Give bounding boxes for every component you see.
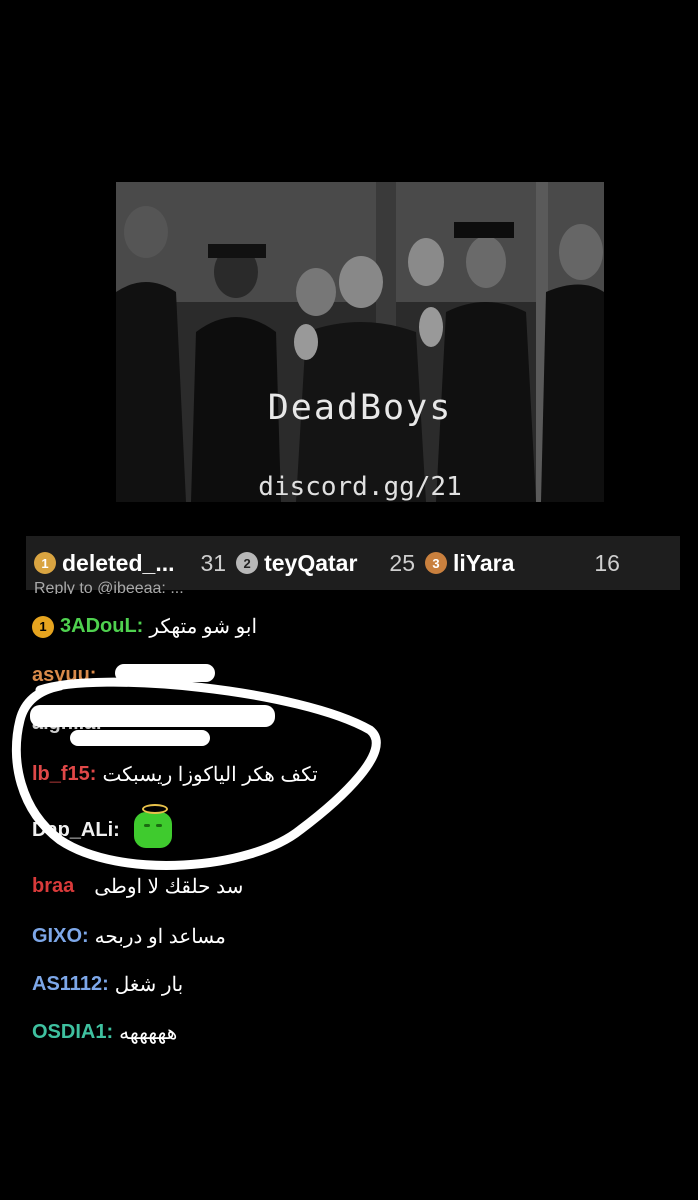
chat-username[interactable]: braa <box>32 875 74 898</box>
leaderboard-entry-1[interactable]: 1 deleted_... 31 <box>34 550 226 577</box>
leaderboard-count: 31 <box>200 549 227 576</box>
leaderboard-count: 25 <box>389 549 415 576</box>
chat-username[interactable]: AS1112: <box>32 973 109 996</box>
chat-username[interactable]: OSDIA1: <box>32 1021 113 1044</box>
chat-username[interactable]: GIXO: <box>32 925 89 948</box>
leaderboard-entry-3[interactable]: 3 liYara 16 <box>425 550 620 577</box>
chat-text: ابو شو متهكر <box>149 616 258 638</box>
chat-username[interactable]: asyuu: <box>32 664 96 687</box>
chat-text: هههههه <box>119 1022 178 1044</box>
chat-message: braa سد حلقك لا اوطى <box>32 874 243 899</box>
chat-message: lb_f15: تكف هكر الياكوزا ريسبكت <box>32 762 318 787</box>
gifter-badge-icon: 1 <box>32 615 54 638</box>
redaction-scribble <box>30 705 275 727</box>
stream-image-title: DeadBoys <box>267 388 453 428</box>
chat-username[interactable]: lb_f15: <box>32 763 96 786</box>
emote-icon <box>133 804 172 848</box>
chat-text: مساعد او دربحه <box>94 926 226 948</box>
chat-text: بار شغل <box>114 974 184 996</box>
redaction-scribble <box>115 664 215 682</box>
chat-text: سد حلقك لا اوطى <box>94 876 244 898</box>
leaderboard-count: 16 <box>594 549 620 576</box>
leaderboard-name: deleted_... <box>62 549 175 576</box>
chat-message: Dap_ALi: <box>32 804 172 848</box>
leaderboard-entry-2[interactable]: 2 teyQatar 25 <box>236 550 415 577</box>
rank-badge-icon: 2 <box>236 552 259 574</box>
reply-hint: Reply to @ibeeaa: ... <box>34 580 184 594</box>
chat-message: GIXO: مساعد او دربحه <box>32 924 226 949</box>
redaction-scribble <box>70 730 210 746</box>
chat-text: تكف هكر الياكوزا ريسبكت <box>102 764 318 786</box>
stream-image-subtitle: discord.gg/21 <box>258 472 462 502</box>
stream-thumbnail[interactable]: DeadBoys discord.gg/21 <box>116 182 604 502</box>
rank-badge-icon: 3 <box>425 552 447 574</box>
rank-badge-icon: 1 <box>34 552 56 574</box>
chat-username[interactable]: Dap_ALi: <box>32 819 120 842</box>
stream-photo <box>116 182 604 502</box>
chat-message: AS1112: بار شغل <box>32 972 183 997</box>
leaderboard-name: liYara <box>453 549 515 576</box>
leaderboard-name: teyQatar <box>264 549 358 576</box>
chat-message: OSDIA1: هههههه <box>32 1020 177 1045</box>
chat-message: 1 3ADouL: ابو شو متهكر <box>32 614 257 639</box>
chat-username[interactable]: 3ADouL: <box>60 615 143 638</box>
chat-message: asyuu: <box>32 664 96 687</box>
